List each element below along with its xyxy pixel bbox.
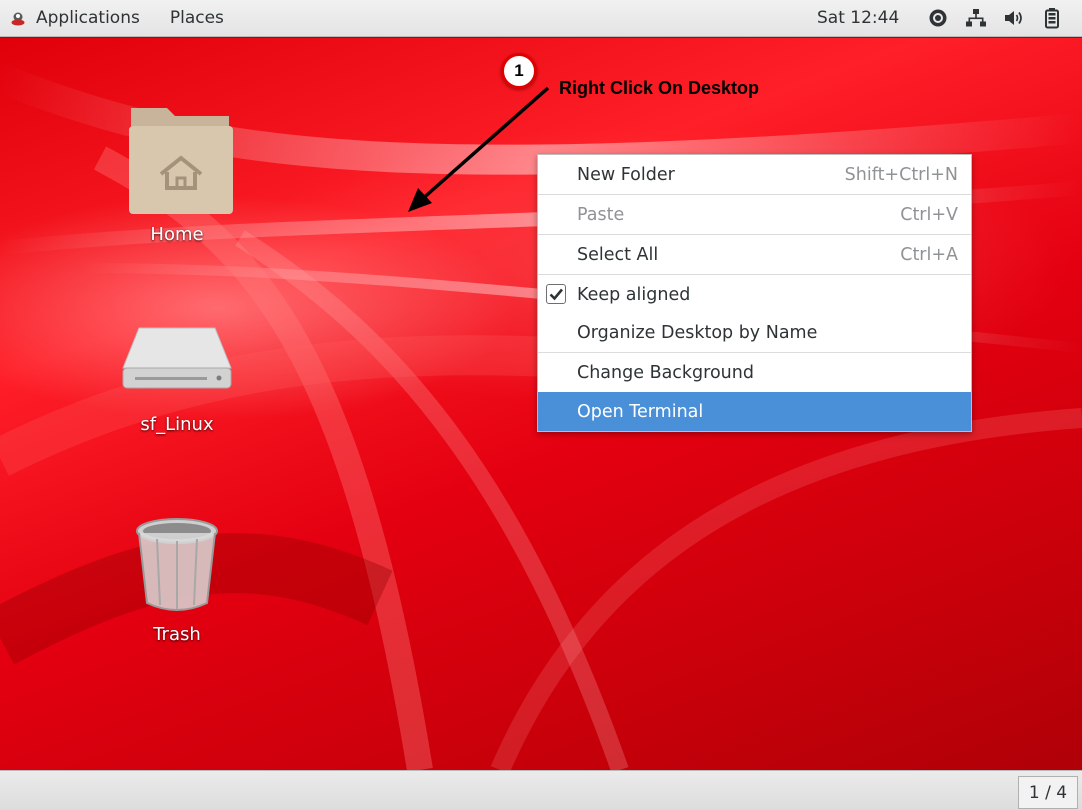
checkmark-icon bbox=[549, 288, 563, 301]
places-menu[interactable]: Places bbox=[170, 8, 224, 28]
network-icon[interactable] bbox=[965, 7, 987, 29]
menu-item-keep-aligned[interactable]: Keep aligned bbox=[538, 275, 971, 314]
open-terminal-label: Open Terminal bbox=[577, 401, 704, 422]
keep-aligned-label: Keep aligned bbox=[577, 284, 691, 305]
menu-item-organize-desktop[interactable]: Organize Desktop by Name bbox=[538, 314, 971, 352]
applications-logo-icon bbox=[11, 12, 25, 26]
battery-icon[interactable] bbox=[1041, 7, 1063, 29]
paste-shortcut: Ctrl+V bbox=[900, 204, 958, 225]
trash-icon bbox=[136, 518, 218, 611]
step-1-text: Right Click On Desktop bbox=[559, 78, 760, 98]
volume-icon[interactable] bbox=[1003, 7, 1025, 29]
keep-aligned-checkbox[interactable] bbox=[546, 284, 566, 304]
home-folder-icon bbox=[129, 108, 233, 214]
select-all-label: Select All bbox=[577, 244, 659, 265]
applications-menu[interactable]: Applications bbox=[10, 8, 140, 28]
applications-label: Applications bbox=[36, 8, 140, 28]
menu-item-select-all[interactable]: Select All Ctrl+A bbox=[538, 235, 971, 274]
home-desktop-icon[interactable]: Home bbox=[107, 98, 247, 245]
sf-linux-desktop-icon[interactable]: sf_Linux bbox=[107, 308, 247, 435]
new-folder-shortcut: Shift+Ctrl+N bbox=[844, 164, 958, 185]
menu-item-open-terminal[interactable]: Open Terminal bbox=[538, 392, 971, 431]
change-background-label: Change Background bbox=[577, 362, 754, 383]
drive-icon bbox=[122, 327, 232, 389]
menu-item-new-folder[interactable]: New Folder Shift+Ctrl+N bbox=[538, 155, 971, 194]
menu-item-change-background[interactable]: Change Background bbox=[538, 353, 971, 392]
new-folder-label: New Folder bbox=[577, 164, 675, 185]
organize-desktop-label: Organize Desktop by Name bbox=[577, 323, 818, 343]
desktop[interactable]: Home sf_Linux Trash 1 Right Click On Des… bbox=[0, 38, 1082, 770]
bottom-panel: 1 / 4 bbox=[0, 770, 1082, 810]
accessibility-icon[interactable] bbox=[927, 7, 949, 29]
sf-linux-label: sf_Linux bbox=[140, 414, 214, 435]
top-panel: Applications Places Sat 12:44 bbox=[0, 0, 1082, 37]
menu-item-paste: Paste Ctrl+V bbox=[538, 195, 971, 234]
trash-label: Trash bbox=[153, 624, 201, 645]
paste-label: Paste bbox=[577, 204, 625, 225]
trash-desktop-icon[interactable]: Trash bbox=[107, 513, 247, 645]
clock[interactable]: Sat 12:44 bbox=[817, 8, 899, 28]
desktop-context-menu: New Folder Shift+Ctrl+N Paste Ctrl+V Sel… bbox=[537, 154, 972, 432]
step-1-badge: 1 bbox=[501, 53, 537, 89]
home-label: Home bbox=[150, 224, 204, 245]
workspace-switcher[interactable]: 1 / 4 bbox=[1018, 776, 1078, 809]
select-all-shortcut: Ctrl+A bbox=[900, 244, 958, 265]
